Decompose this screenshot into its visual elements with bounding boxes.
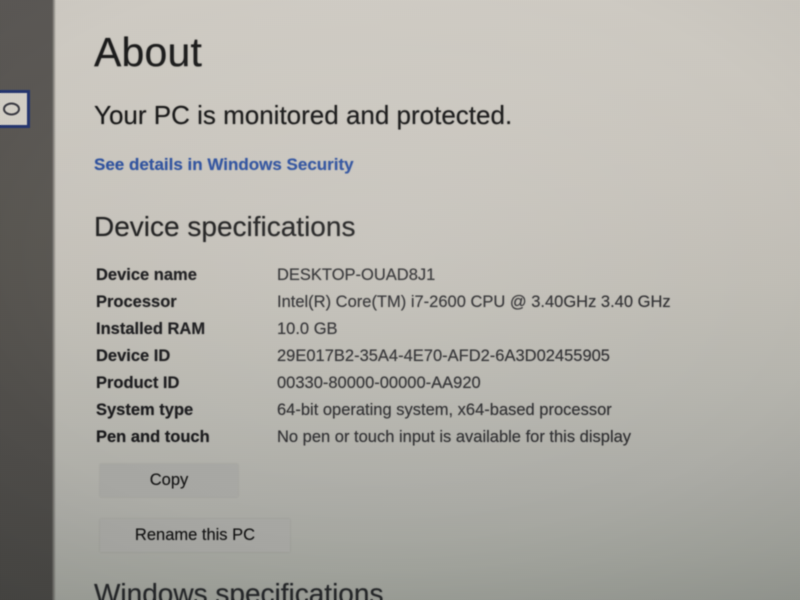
rename-this-pc-button[interactable]: Rename this PC (100, 519, 290, 552)
spec-label-pen-and-touch: Pen and touch (96, 428, 210, 446)
spec-value-device-id: 29E017B2-35A4-4E70-AFD2-6A3D02455905 (277, 347, 610, 365)
table-row: Device ID 29E017B2-35A4-4E70-AFD2-6A3D02… (0, 347, 800, 374)
spec-value-device-name: DESKTOP-OUAD8J1 (277, 266, 436, 284)
spec-label-processor: Processor (96, 293, 177, 311)
table-row: System type 64-bit operating system, x64… (0, 401, 800, 428)
spec-label-product-id: Product ID (96, 374, 180, 392)
windows-security-details-link[interactable]: See details in Windows Security (94, 156, 354, 173)
spec-label-device-name: Device name (96, 266, 197, 284)
table-row: Processor Intel(R) Core(TM) i7-2600 CPU … (0, 293, 800, 320)
protection-status-text: Your PC is monitored and protected. (94, 100, 513, 130)
copy-button[interactable]: Copy (100, 464, 238, 497)
settings-about-screenshot: About Your PC is monitored and protected… (0, 0, 800, 600)
spec-value-system-type: 64-bit operating system, x64-based proce… (277, 401, 612, 419)
table-row: Installed RAM 10.0 GB (0, 320, 800, 347)
windows-specifications-heading: Windows specifications (94, 578, 384, 600)
spec-value-pen-and-touch: No pen or touch input is available for t… (277, 428, 632, 446)
page-title: About (94, 29, 203, 75)
about-content: About Your PC is monitored and protected… (0, 0, 800, 600)
spec-value-product-id: 00330-80000-00000-AA920 (277, 374, 481, 392)
spec-value-installed-ram: 10.0 GB (277, 320, 338, 338)
spec-label-device-id: Device ID (96, 347, 171, 365)
spec-label-system-type: System type (96, 401, 194, 419)
device-specifications-table: Device name DESKTOP-OUAD8J1 Processor In… (0, 266, 800, 455)
table-row: Pen and touch No pen or touch input is a… (0, 428, 800, 455)
spec-value-processor: Intel(R) Core(TM) i7-2600 CPU @ 3.40GHz … (277, 293, 671, 311)
table-row: Device name DESKTOP-OUAD8J1 (0, 266, 800, 293)
table-row: Product ID 00330-80000-00000-AA920 (0, 374, 800, 401)
spec-label-installed-ram: Installed RAM (96, 320, 206, 338)
device-specifications-heading: Device specifications (94, 211, 356, 242)
